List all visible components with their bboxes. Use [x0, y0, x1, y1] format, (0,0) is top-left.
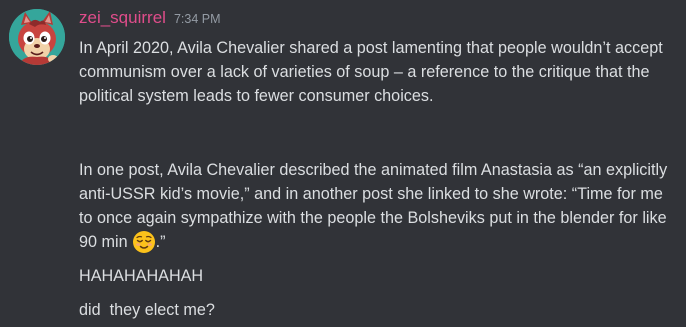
message-content: In one post, Avila Chevalier described t…: [79, 161, 668, 251]
squirrel-avatar-icon: [9, 9, 65, 65]
message-text: In one post, Avila Chevalier described t…: [79, 158, 679, 254]
username[interactable]: zei_squirrel: [79, 8, 166, 28]
message-content: did they elect me?: [79, 301, 215, 319]
message-text: did they elect me?: [79, 298, 679, 322]
message-header: zei_squirrel 7:34 PM: [79, 8, 221, 34]
message-content: In April 2020, Avila Chevalier shared a …: [79, 39, 663, 105]
message-content-after: .”: [155, 233, 166, 251]
timestamp[interactable]: 7:34 PM: [174, 12, 221, 26]
user-avatar[interactable]: [9, 9, 65, 65]
message-text: In April 2020, Avila Chevalier shared a …: [79, 36, 679, 108]
relieved-face-emoji-icon[interactable]: [132, 230, 156, 254]
message-group: zei_squirrel 7:34 PM In April 2020, Avil…: [0, 0, 686, 327]
message-content: HAHAHAHAHAH: [79, 267, 204, 285]
message-text: HAHAHAHAHAH: [79, 264, 679, 288]
